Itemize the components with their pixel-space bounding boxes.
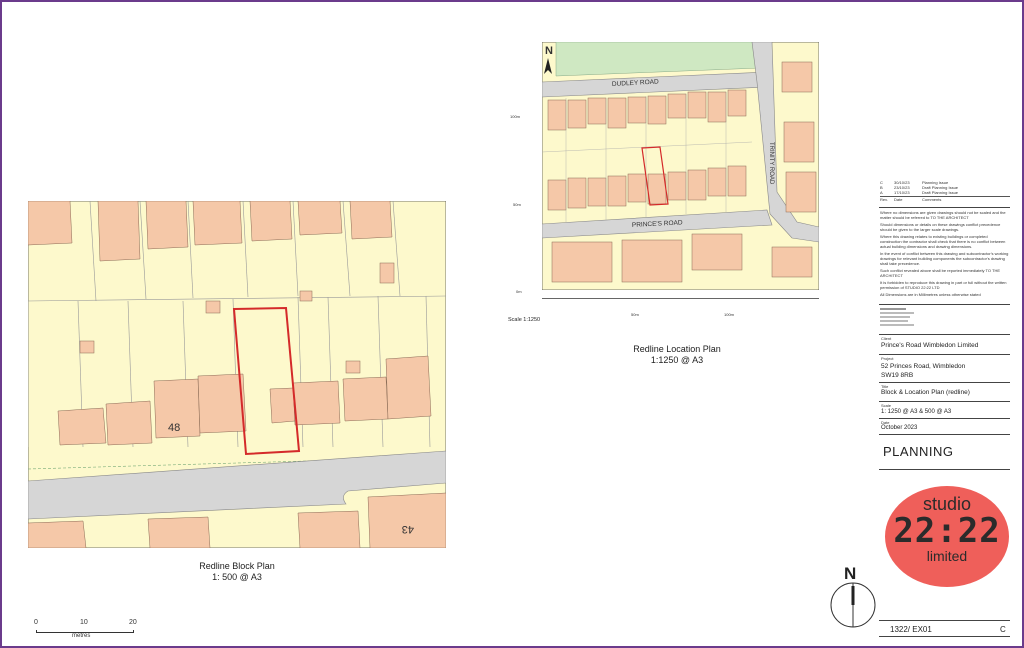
- note: In the event of conflict between this dr…: [880, 251, 1009, 266]
- drawing-notes: Where no dimensions are given drawings s…: [880, 210, 1010, 297]
- studio-address: [880, 308, 920, 326]
- house-number-48: 48: [168, 422, 180, 434]
- revision-table: C 30/10/23 Planning Issue B 23/10/23 Dra…: [880, 180, 1010, 202]
- block-plan-map: 48 43: [28, 201, 446, 548]
- scale-bar: 0 10 20 metres: [32, 619, 142, 642]
- location-scale-note: Scale 1:1250: [508, 317, 541, 323]
- block-plan-scale: 1: 500 @ A3: [212, 572, 262, 582]
- north-arrow: N: [828, 564, 878, 630]
- note: Such conflict revealed above shall be re…: [880, 268, 1001, 278]
- axis-label-y3: 0m: [516, 289, 522, 294]
- axis-label-y1: 100m: [510, 114, 521, 119]
- scale-tick-10: 10: [80, 619, 88, 626]
- block-plan-title: Redline Block Plan: [199, 561, 275, 571]
- logo-number-text: 22:22: [893, 511, 1001, 551]
- note: All Dimensions are in Millimetres unless…: [880, 292, 981, 297]
- revision-header: Rev. Date Comments: [880, 196, 1010, 202]
- project-postcode: SW19 8RB: [881, 372, 914, 379]
- location-plan-title: Redline Location Plan: [633, 344, 721, 354]
- project-label: Project: [881, 356, 894, 361]
- location-plan-scale: 1:1250 @ A3: [650, 355, 704, 365]
- drawing-title: Block & Location Plan (redline): [881, 389, 970, 396]
- location-plan-north: N: [545, 45, 553, 57]
- house-number-43: 43: [402, 523, 414, 535]
- drawing-date: October 2023: [881, 425, 918, 431]
- drawing-sheet: 48 43 Redline Block Plan 1: 500 @ A3 0 1…: [0, 0, 1024, 648]
- note: It is forbidden to reproduce this drawin…: [880, 280, 1007, 290]
- scale-tick-0: 0: [34, 619, 38, 626]
- scale-tick-20: 20: [129, 619, 137, 626]
- drawing-number: 1322/ EX01: [890, 625, 932, 634]
- drawing-scale: 1: 1250 @ A3 & 500 @ A3: [881, 409, 952, 415]
- project-address: 52 Princes Road, Wimbledon: [881, 363, 966, 370]
- block-plan-caption: Redline Block Plan 1: 500 @ A3: [152, 561, 322, 583]
- road-label-trinity: TRINITY ROAD: [768, 142, 774, 185]
- location-plan-map: N DUDLEY ROAD PRINCE'S ROAD TRINITY ROAD: [542, 42, 819, 290]
- axis-label-x2: 100m: [724, 312, 735, 317]
- client-label: Client: [881, 336, 892, 341]
- studio-logo: studio 22:22 limited: [885, 486, 1009, 587]
- logo-limited-text: limited: [926, 548, 968, 564]
- revision-row: A 17/10/23 Draft Planning Issue: [880, 190, 959, 195]
- compass-icon: [830, 582, 876, 628]
- note: Where no dimensions are given drawings s…: [880, 210, 1006, 220]
- scale-unit: metres: [72, 633, 91, 639]
- note: Where this drawing relates to existing b…: [880, 234, 1006, 249]
- axis-label-x1: 50m: [631, 312, 639, 317]
- client-name: Prince's Road Wimbledon Limited: [881, 342, 979, 349]
- revision-letter: C: [1000, 625, 1006, 634]
- location-plan-caption: Redline Location Plan 1:1250 @ A3: [592, 344, 762, 366]
- north-arrow-label: N: [844, 564, 857, 583]
- axis-label-y2: 50m: [513, 202, 521, 207]
- scale-label: Scale: [881, 403, 892, 408]
- note: Should dimensions or details on these dr…: [880, 222, 1001, 232]
- status-stamp: PLANNING: [883, 444, 954, 459]
